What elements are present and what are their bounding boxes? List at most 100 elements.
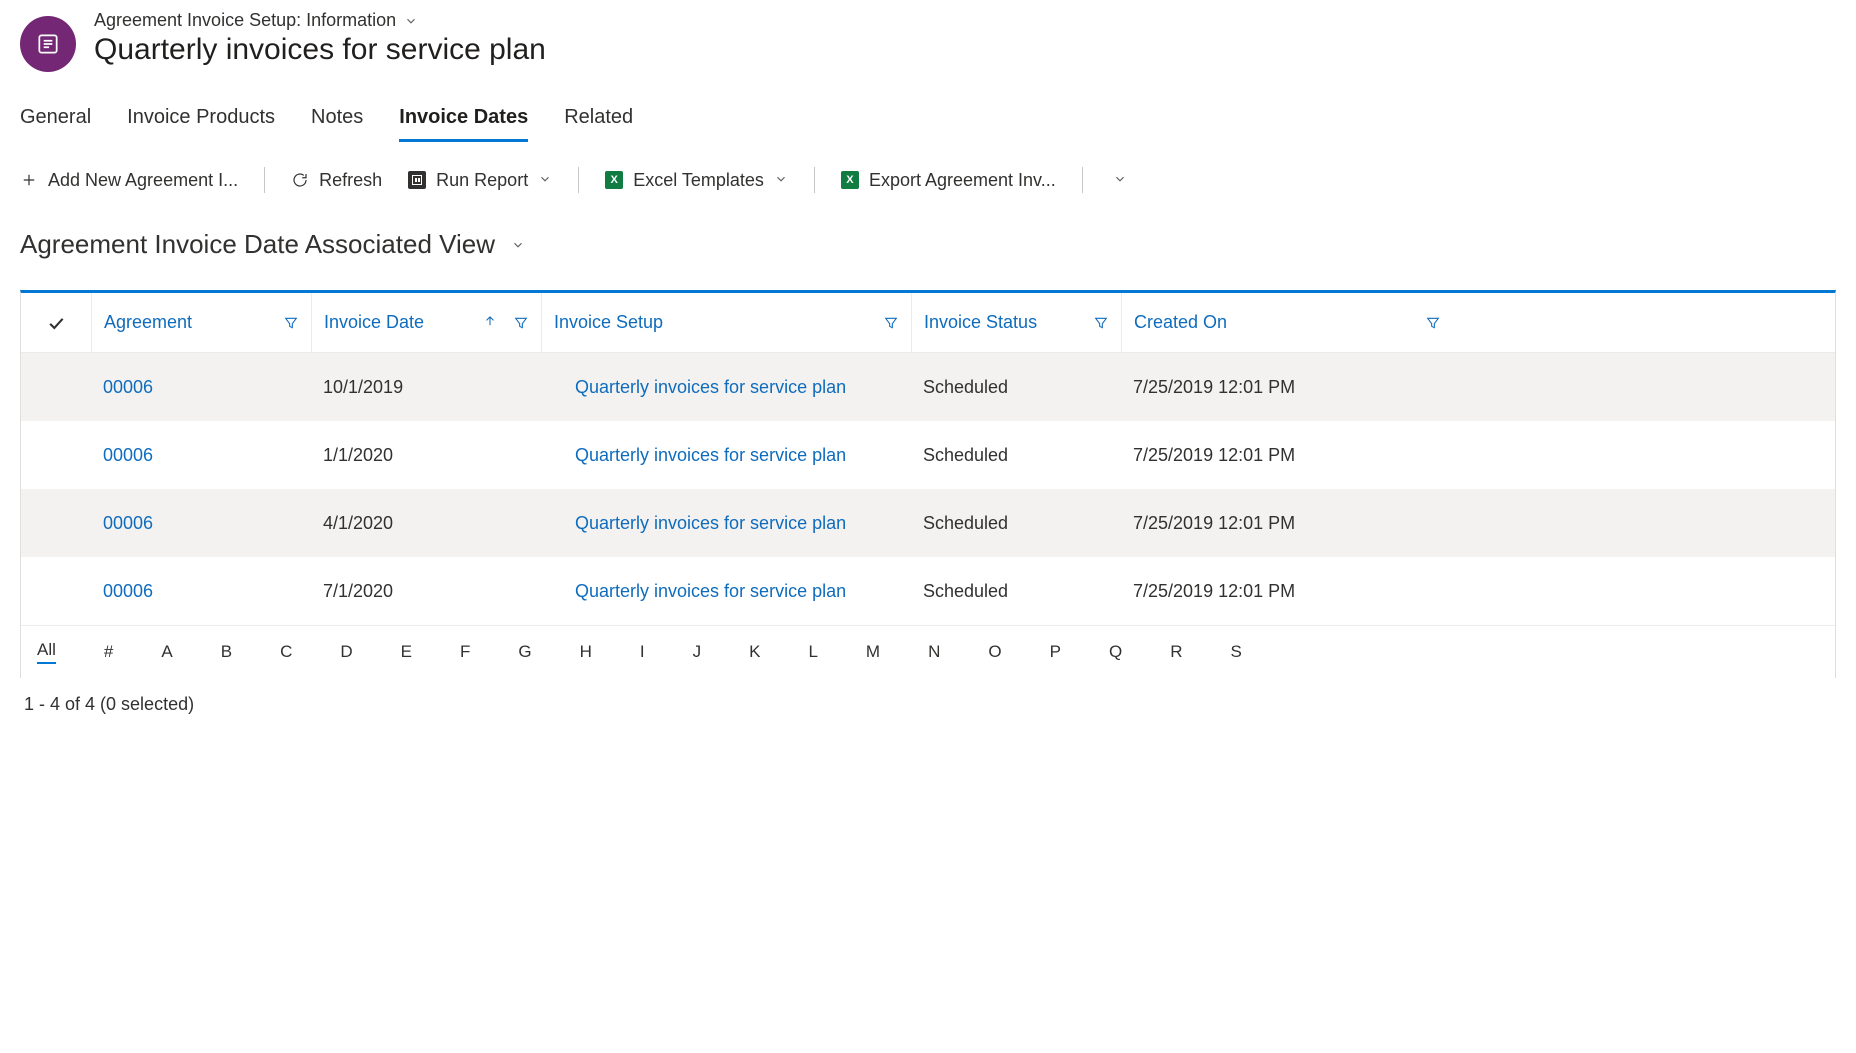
column-header-agreement[interactable]: Agreement [91,293,311,352]
cell-invoice-date: 1/1/2020 [311,445,541,466]
cell-agreement[interactable]: 00006 [91,581,311,602]
tab-list: General Invoice Products Notes Invoice Date… [20,102,1836,143]
add-label: Add New Agreement I... [48,170,238,191]
filter-icon[interactable] [883,315,899,331]
alpha-filter-g[interactable]: G [518,642,531,662]
cell-created-on: 7/25/2019 12:01 PM [1121,445,1451,466]
alpha-filter-d[interactable]: D [340,642,352,662]
report-icon [408,171,426,189]
table-row[interactable]: 000064/1/2020Quarterly invoices for serv… [21,489,1835,557]
filter-icon[interactable] [283,315,299,331]
record-count-status: 1 - 4 of 4 (0 selected) [20,678,1836,715]
tab-notes[interactable]: Notes [311,102,363,142]
table-row[interactable]: 000061/1/2020Quarterly invoices for serv… [21,421,1835,489]
alpha-filter-c[interactable]: C [280,642,292,662]
export-button[interactable]: X Export Agreement Inv... [841,170,1056,191]
data-grid: Agreement Invoice Date Invoice Setup Inv… [20,290,1836,678]
separator [814,167,815,193]
breadcrumb-text: Agreement Invoice Setup: Information [94,10,396,31]
tab-invoice-dates[interactable]: Invoice Dates [399,102,528,142]
alpha-filter-#[interactable]: # [104,642,113,662]
cell-invoice-date: 4/1/2020 [311,513,541,534]
view-title: Agreement Invoice Date Associated View [20,229,495,260]
refresh-button[interactable]: Refresh [291,170,382,191]
chevron-down-icon [511,238,525,252]
alpha-filter-b[interactable]: B [221,642,232,662]
table-row[interactable]: 000067/1/2020Quarterly invoices for serv… [21,557,1835,625]
column-header-created-on[interactable]: Created On [1121,293,1451,352]
cell-invoice-setup[interactable]: Quarterly invoices for service plan [541,581,911,602]
cell-invoice-status: Scheduled [911,377,1121,398]
cell-invoice-setup[interactable]: Quarterly invoices for service plan [541,513,911,534]
grid-header: Agreement Invoice Date Invoice Setup Inv… [21,293,1835,353]
view-selector[interactable]: Agreement Invoice Date Associated View [20,229,1836,260]
alpha-filter-j[interactable]: J [693,642,702,662]
record-title: Quarterly invoices for service plan [94,33,546,67]
filter-icon[interactable] [513,315,529,331]
excel-templates-label: Excel Templates [633,170,764,191]
alpha-filter-f[interactable]: F [460,642,470,662]
alpha-filter-o[interactable]: O [988,642,1001,662]
export-label: Export Agreement Inv... [869,170,1056,191]
column-header-invoice-date[interactable]: Invoice Date [311,293,541,352]
run-report-label: Run Report [436,170,528,191]
alpha-filter-a[interactable]: A [161,642,172,662]
alpha-filter-h[interactable]: H [580,642,592,662]
cell-invoice-status: Scheduled [911,445,1121,466]
filter-icon[interactable] [1425,315,1441,331]
excel-icon: X [841,171,859,189]
cell-invoice-status: Scheduled [911,581,1121,602]
cell-invoice-setup[interactable]: Quarterly invoices for service plan [541,377,911,398]
cell-agreement[interactable]: 00006 [91,377,311,398]
cell-agreement[interactable]: 00006 [91,445,311,466]
separator [578,167,579,193]
refresh-icon [291,171,309,189]
chevron-down-icon [774,170,788,191]
header-label: Created On [1134,312,1227,333]
command-bar: Add New Agreement I... Refresh Run Repor… [20,167,1836,193]
header-label: Invoice Setup [554,312,663,333]
alpha-filter-i[interactable]: I [640,642,645,662]
alpha-filter-q[interactable]: Q [1109,642,1122,662]
alpha-filter-bar: All # A B C D E F G H I J K L M N O P Q R S [21,625,1835,678]
refresh-label: Refresh [319,170,382,191]
run-report-button[interactable]: Run Report [408,170,552,191]
cell-invoice-date: 10/1/2019 [311,377,541,398]
cell-invoice-setup[interactable]: Quarterly invoices for service plan [541,445,911,466]
alpha-filter-k[interactable]: K [749,642,760,662]
chevron-down-icon [538,170,552,191]
filter-icon[interactable] [1093,315,1109,331]
entity-icon [20,16,76,72]
excel-templates-button[interactable]: X Excel Templates [605,170,788,191]
tab-related[interactable]: Related [564,102,633,142]
alpha-filter-m[interactable]: M [866,642,880,662]
table-row[interactable]: 0000610/1/2019Quarterly invoices for ser… [21,353,1835,421]
sort-asc-icon [483,312,497,333]
alpha-filter-e[interactable]: E [401,642,412,662]
header-label: Agreement [104,312,192,333]
cell-created-on: 7/25/2019 12:01 PM [1121,377,1451,398]
separator [264,167,265,193]
alpha-filter-p[interactable]: P [1050,642,1061,662]
column-header-invoice-setup[interactable]: Invoice Setup [541,293,911,352]
cell-invoice-status: Scheduled [911,513,1121,534]
select-all-checkbox[interactable] [21,293,91,352]
alpha-filter-r[interactable]: R [1170,642,1182,662]
cell-created-on: 7/25/2019 12:01 PM [1121,513,1451,534]
tab-invoice-products[interactable]: Invoice Products [127,102,275,142]
alpha-filter-all[interactable]: All [37,640,56,664]
breadcrumb[interactable]: Agreement Invoice Setup: Information [94,10,546,31]
record-header: Agreement Invoice Setup: Information Qua… [20,10,1836,72]
alpha-filter-l[interactable]: L [808,642,817,662]
cell-invoice-date: 7/1/2020 [311,581,541,602]
cell-agreement[interactable]: 00006 [91,513,311,534]
column-header-invoice-status[interactable]: Invoice Status [911,293,1121,352]
alpha-filter-s[interactable]: S [1230,642,1241,662]
chevron-down-icon [404,14,418,28]
cell-created-on: 7/25/2019 12:01 PM [1121,581,1451,602]
add-new-button[interactable]: Add New Agreement I... [20,170,238,191]
tab-general[interactable]: General [20,102,91,142]
separator [1082,167,1083,193]
alpha-filter-n[interactable]: N [928,642,940,662]
more-commands-button[interactable] [1109,170,1131,191]
